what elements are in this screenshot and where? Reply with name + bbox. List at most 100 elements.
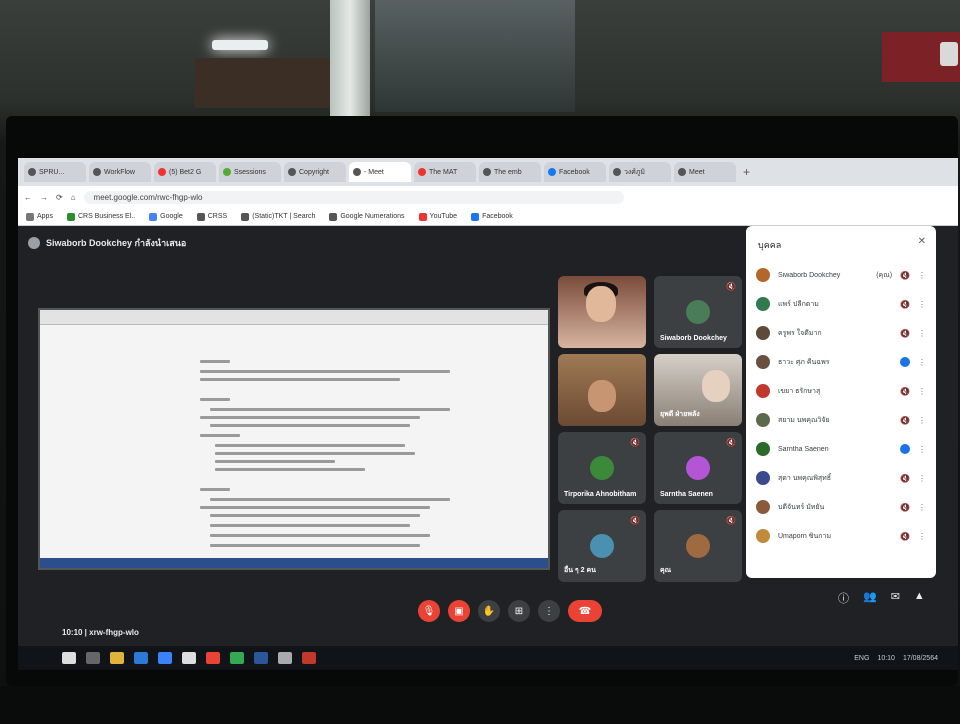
red-object (882, 32, 960, 82)
bookmark-item[interactable]: Facebook (471, 212, 513, 221)
participant-row[interactable]: Sarntha Saenen ⋮ (756, 438, 926, 460)
browser-tab[interactable]: วงศ์ภูมิ (609, 162, 671, 182)
browser-tab[interactable]: SPRU... (24, 162, 86, 182)
speaking-indicator-icon (900, 444, 910, 454)
tray-language[interactable]: ENG (854, 655, 869, 662)
browser-tab[interactable]: (5) Bet2 G (154, 162, 216, 182)
url-field[interactable]: meet.google.com/rwc-fhgp-wlo (83, 190, 624, 204)
reload-icon[interactable]: ⟳ (56, 193, 63, 202)
browser-tab[interactable]: - Meet (349, 162, 411, 182)
chat-icon[interactable]: ✉ (891, 590, 900, 606)
bookmark-icon (329, 212, 338, 221)
browser-tab[interactable]: The emb (479, 162, 541, 182)
bookmark-item[interactable]: (Static)TKT | Search (241, 212, 315, 221)
participant-name: Sarntha Saenen (660, 491, 713, 498)
more-icon[interactable]: ⋮ (918, 300, 926, 309)
browser-tab[interactable]: Facebook (544, 162, 606, 182)
presenter-avatar (28, 237, 40, 249)
favicon-icon (93, 168, 101, 176)
participant-name: ยุพดี ฝ่ายพลัง (660, 411, 700, 418)
raise-hand-button[interactable]: ✋ (478, 600, 500, 622)
participant-row[interactable]: แพร์ ปลีกตาม 🔇 ⋮ (756, 293, 926, 315)
avatar (756, 442, 770, 456)
participant-row[interactable]: Umaporn ซินกาม 🔇 ⋮ (756, 525, 926, 547)
clock-time[interactable]: 10:10 (877, 655, 895, 662)
video-feed (586, 286, 616, 322)
bookmark-item[interactable]: Apps (26, 212, 53, 221)
participant-row[interactable]: เขยา ธรักษาสุ 🔇 ⋮ (756, 380, 926, 402)
more-icon[interactable]: ⋮ (918, 445, 926, 454)
participant-tile[interactable] (558, 354, 646, 426)
pdf-icon[interactable] (302, 652, 316, 664)
participant-row[interactable]: สุดา นพคุณพิสุทธิ์ 🔇 ⋮ (756, 467, 926, 489)
participant-name: เขยา ธรักษาสุ (778, 387, 821, 395)
tab-label: SPRU... (39, 168, 65, 176)
tab-label: วงศ์ภูมิ (624, 168, 646, 176)
back-icon[interactable]: ← (24, 193, 32, 202)
participant-row[interactable]: ธาวะ ศุภ คืนฉพร ⋮ (756, 351, 926, 373)
more-icon[interactable]: ⋮ (918, 474, 926, 483)
browser-tab[interactable]: Ssessions (219, 162, 281, 182)
participant-tile[interactable]: 🔇 Sarntha Saenen (654, 432, 742, 504)
home-icon[interactable]: ⌂ (71, 193, 76, 202)
bookmark-item[interactable]: YouTube (418, 212, 457, 221)
more-icon[interactable]: ⋮ (918, 387, 926, 396)
folder-icon[interactable] (110, 652, 124, 664)
forward-icon[interactable]: → (40, 193, 48, 202)
word-icon[interactable] (254, 652, 268, 664)
people-icon[interactable]: 👥 (863, 590, 877, 606)
close-icon[interactable]: ✕ (918, 236, 926, 247)
participant-name: Umaporn ซินกาม (778, 532, 832, 540)
search-icon[interactable] (86, 652, 100, 664)
participant-tile[interactable] (558, 276, 646, 348)
muted-mic-icon: 🔇 (900, 270, 910, 280)
activities-icon[interactable]: ▲ (914, 590, 925, 606)
participant-row[interactable]: ครูพร ใจดีมาก 🔇 ⋮ (756, 322, 926, 344)
avatar (686, 534, 710, 558)
store-icon[interactable] (182, 652, 196, 664)
more-icon[interactable]: ⋮ (918, 271, 926, 280)
participant-tile[interactable]: 🔇 Tirporika Ahnobitham (558, 432, 646, 504)
participant-tile[interactable]: ยุพดี ฝ่ายพลัง (654, 354, 742, 426)
participant-row[interactable]: สยาม นพคุณวิจัย 🔇 ⋮ (756, 409, 926, 431)
tab-label: The MAT (429, 168, 458, 176)
present-button[interactable]: ⊞ (508, 600, 530, 622)
bookmark-item[interactable]: Google (149, 212, 183, 221)
avatar (756, 268, 770, 282)
favicon-icon (353, 168, 361, 176)
browser-tab[interactable]: Copyright (284, 162, 346, 182)
participant-tile[interactable]: 🔇 คุณ (654, 510, 742, 582)
browser-tab[interactable]: The MAT (414, 162, 476, 182)
more-icon[interactable]: ⋮ (918, 358, 926, 367)
more-icon[interactable]: ⋮ (918, 503, 926, 512)
start-icon[interactable] (62, 652, 76, 664)
bookmark-item[interactable]: Google Numerations (329, 212, 405, 221)
more-icon[interactable]: ⋮ (918, 329, 926, 338)
bookmark-item[interactable]: CRS Business El.. (66, 212, 135, 221)
new-tab-icon[interactable]: + (743, 165, 750, 179)
camera-off-button[interactable]: ▣ (448, 600, 470, 622)
browser-tab[interactable]: WorkFlow (89, 162, 151, 182)
more-options-button[interactable]: ⋮ (538, 600, 560, 622)
app-icon[interactable] (206, 652, 220, 664)
favicon-icon (158, 168, 166, 176)
app2-icon[interactable] (278, 652, 292, 664)
participant-tile[interactable]: 🔇 อื่น ๆ 2 คน (558, 510, 646, 582)
clock-date[interactable]: 17/08/2564 (903, 655, 938, 662)
participant-row[interactable]: บดีจันทร์ มัทยัน 🔇 ⋮ (756, 496, 926, 518)
mic-off-button[interactable]: 🎙 (418, 600, 440, 622)
browser-tab[interactable]: Meet (674, 162, 736, 182)
more-icon[interactable]: ⋮ (918, 416, 926, 425)
participant-name: บดีจันทร์ มัทยัน (778, 503, 825, 511)
hang-up-button[interactable]: ☎ (568, 600, 602, 622)
bookmark-item[interactable]: CRSS (196, 212, 227, 221)
participant-row[interactable]: Siwaborb Dookchey (คุณ) 🔇 ⋮ (756, 264, 926, 286)
chrome-icon[interactable] (158, 652, 172, 664)
more-icon[interactable]: ⋮ (918, 532, 926, 541)
active-app-icon[interactable] (230, 652, 244, 664)
info-icon[interactable]: ⓘ (838, 590, 849, 606)
edge-icon[interactable] (134, 652, 148, 664)
avatar (756, 471, 770, 485)
participant-tile[interactable]: 🔇 Siwaborb Dookchey (654, 276, 742, 348)
tab-label: Meet (689, 168, 705, 176)
